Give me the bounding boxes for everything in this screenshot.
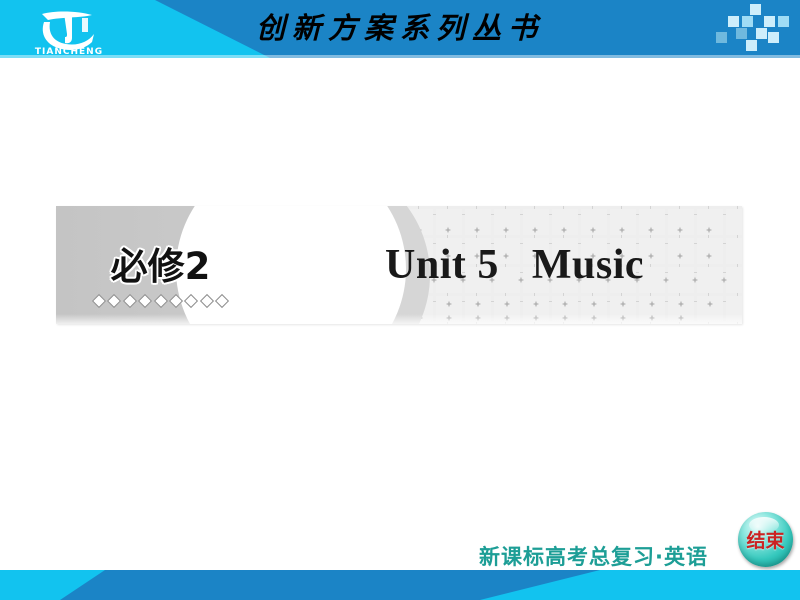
diamond-icon: [107, 293, 122, 309]
decorative-square-icon: [742, 16, 753, 27]
decorative-square-icon: [764, 16, 775, 27]
decorative-square-icon: [756, 28, 767, 39]
diamond-icon: [137, 293, 153, 309]
end-button[interactable]: 结束: [738, 512, 793, 567]
decorative-square-icon: [750, 4, 761, 15]
footer-bar: [0, 570, 800, 600]
decorative-square-icon: [768, 32, 779, 43]
decorative-square-icon: [746, 40, 757, 51]
diamond-icon: [215, 293, 230, 309]
decorative-square-icon: [778, 16, 789, 27]
decorative-square-icon: [716, 32, 727, 43]
unit-title-banner: 必修2 Unit 5 Music: [56, 206, 742, 324]
decorative-square-icon: [728, 16, 739, 27]
header-underline: [0, 55, 800, 58]
diamond-icon: [184, 293, 199, 309]
footer-diagonal-wedge: [60, 570, 600, 600]
diamond-icon: [122, 293, 137, 309]
banner-bottom-fade: [56, 314, 742, 324]
diamond-icon: [153, 293, 168, 309]
header-bar: TIANCHENG 创新方案系列丛书: [0, 0, 800, 58]
diamond-icon: [168, 293, 184, 309]
diamond-decoration-row: [78, 293, 243, 309]
volume-label: 必修2: [110, 245, 211, 288]
series-title: 创新方案系列丛书: [255, 11, 544, 45]
diamond-icon: [199, 293, 214, 309]
end-button-label: 结束: [746, 530, 785, 552]
page-title: Unit 5 Music: [385, 242, 644, 288]
diamond-icon: [91, 293, 106, 309]
decorative-square-icon: [736, 28, 747, 39]
subject-line: 新课标高考总复习·英语: [479, 545, 708, 569]
decorative-squares-group: [714, 2, 792, 56]
